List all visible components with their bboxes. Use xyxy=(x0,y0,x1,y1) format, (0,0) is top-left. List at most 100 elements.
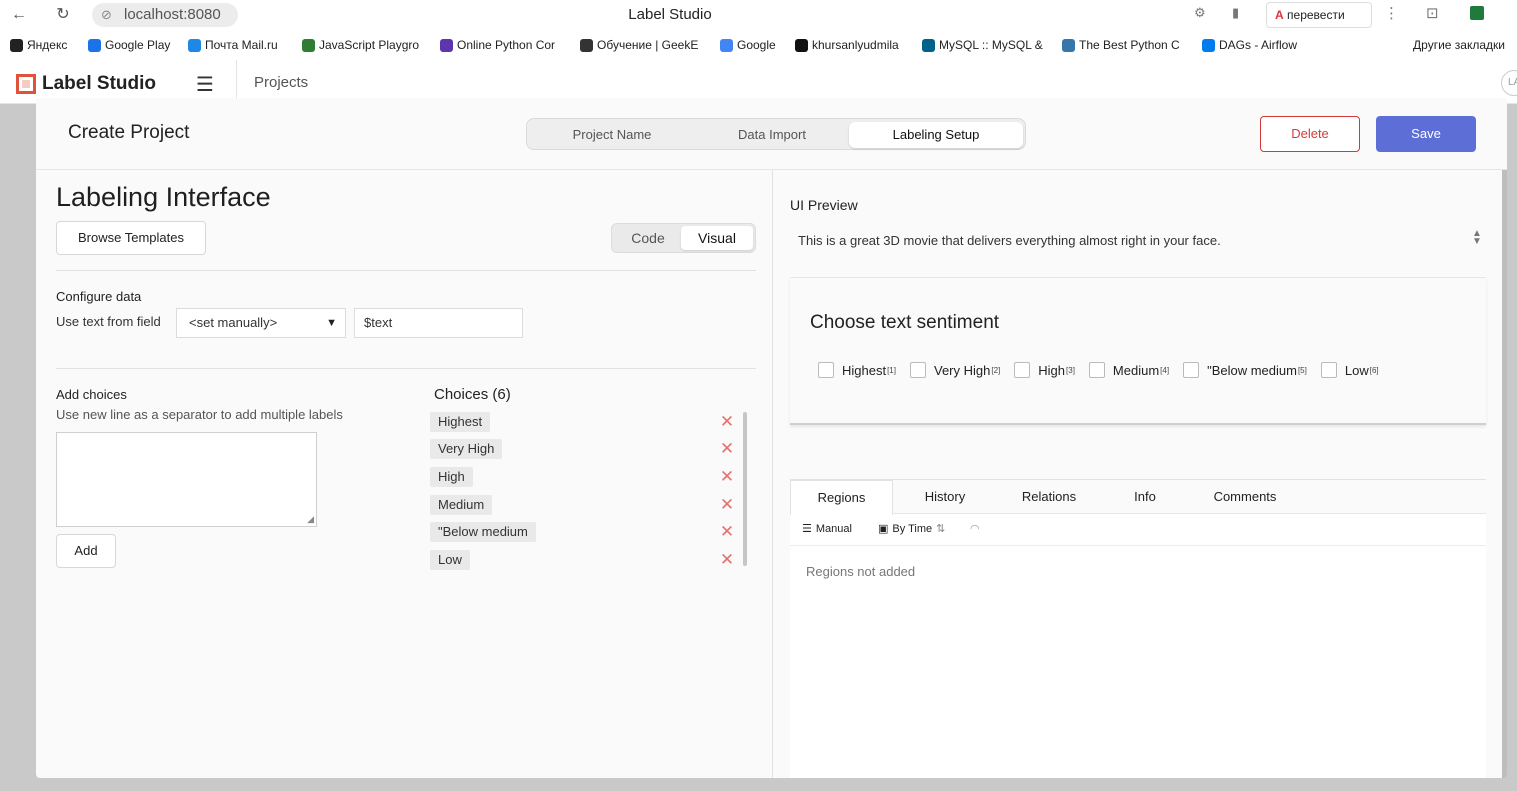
browse-templates-button[interactable]: Browse Templates xyxy=(56,221,206,255)
breadcrumb-projects[interactable]: Projects xyxy=(254,74,308,91)
bookmark-item[interactable]: DAGs - Airflow xyxy=(1202,38,1297,52)
bookmark-label: The Best Python C xyxy=(1079,38,1180,52)
bookmark-item[interactable]: khursanlyudmila xyxy=(795,38,899,52)
step-data-import[interactable]: Data Import xyxy=(693,122,851,148)
regions-toolbar: ☰ Manual ▣ By Time ⇅ ◠ xyxy=(790,514,1486,546)
sentiment-option[interactable]: Medium [4] xyxy=(1088,362,1169,378)
by-time-label: By Time xyxy=(892,522,933,535)
tab-relations[interactable]: Relations xyxy=(997,480,1101,514)
translate-button[interactable]: A перевести xyxy=(1266,2,1372,28)
labeling-config-panel: Labeling Interface Browse Templates Code… xyxy=(36,170,772,778)
delete-choice-icon[interactable]: ✕ xyxy=(718,439,736,459)
bookmark-label: Почта Mail.ru xyxy=(205,38,278,52)
choices-header: Choices (6) xyxy=(434,386,511,403)
label-studio-logo[interactable]: Label Studio xyxy=(16,73,156,95)
checkbox[interactable] xyxy=(1320,362,1337,378)
field-value-input[interactable]: $text xyxy=(354,308,523,338)
avatar[interactable]: LA xyxy=(1501,70,1517,96)
delete-choice-icon[interactable]: ✕ xyxy=(718,467,736,487)
bookmark-item[interactable]: Online Python Cor xyxy=(440,38,555,52)
modal-header: Create Project Project Name Data Import … xyxy=(36,98,1507,170)
label-studio-logo-icon xyxy=(16,74,36,94)
regions-empty-message: Regions not added xyxy=(806,564,916,579)
sentiment-option[interactable]: Very High [2] xyxy=(909,362,1000,378)
delete-choice-icon[interactable]: ✕ xyxy=(718,495,736,515)
ui-preview-panel: UI Preview This is a great 3D movie that… xyxy=(772,170,1507,778)
option-label: Low xyxy=(1344,362,1369,378)
sentiment-options: Highest [1] Very High [2] High [3] Medium [4] "B… xyxy=(818,360,1393,380)
sentiment-option[interactable]: Highest [1] xyxy=(818,362,896,378)
google-icon xyxy=(720,38,733,52)
by-time-button[interactable]: ▣ By Time ⇅ xyxy=(878,522,946,536)
divider xyxy=(56,270,756,271)
sentiment-option[interactable]: High [3] xyxy=(1014,362,1075,378)
resize-handle-icon[interactable]: ◢ xyxy=(307,514,314,525)
preview-scroll-thumb[interactable] xyxy=(1502,170,1507,778)
delete-button[interactable]: Delete xyxy=(1260,116,1360,152)
bookmark-label: Обучение | GeekE xyxy=(597,38,699,52)
delete-choice-icon[interactable]: ✕ xyxy=(718,550,736,570)
field-select[interactable]: <set manually> ▼ xyxy=(176,308,346,338)
bookmark-item[interactable]: Яндекс xyxy=(10,38,67,52)
preview-text: This is a great 3D movie that delivers e… xyxy=(798,233,1221,248)
extension-icon[interactable]: ⚙ xyxy=(1194,5,1206,21)
bookmark-item[interactable]: MySQL :: MySQL & xyxy=(922,38,1043,52)
visibility-icon[interactable]: ◠ xyxy=(970,522,980,535)
translate-label: перевести xyxy=(1287,8,1345,22)
bookmark-item[interactable]: The Best Python C xyxy=(1062,38,1180,52)
plus-circle-icon xyxy=(10,38,23,52)
bookmark-item[interactable]: Обучение | GeekE xyxy=(580,38,698,52)
browser-chrome: ← ↻ ⊘ localhost:8080 Label Studio ⚙ ▮ A … xyxy=(0,0,1517,60)
divider xyxy=(56,368,756,369)
manual-order-button[interactable]: ☰ Manual xyxy=(802,522,852,536)
card-title: Choose text sentiment xyxy=(810,312,1000,333)
delete-choice-icon[interactable]: ✕ xyxy=(718,412,736,432)
menu-dots-icon[interactable]: ⋮ xyxy=(1384,4,1399,22)
choice-item: Low xyxy=(430,550,470,570)
brand-name: Label Studio xyxy=(42,73,156,94)
bookmark-item[interactable]: JavaScript Playgro xyxy=(302,38,419,52)
step-project-name[interactable]: Project Name xyxy=(531,122,693,148)
excel-extension-icon[interactable] xyxy=(1470,6,1484,20)
panel-tabs: Regions History Relations Info Comments xyxy=(790,480,1486,515)
mysql-icon xyxy=(922,38,935,52)
add-choices-hint: Use new line as a separator to add multi… xyxy=(56,407,343,422)
tab-history[interactable]: History xyxy=(893,480,997,514)
add-choices-button[interactable]: Add xyxy=(56,534,116,568)
other-bookmarks[interactable]: Другие закладки xyxy=(1413,38,1505,52)
tab-regions[interactable]: Regions xyxy=(790,480,893,515)
save-button[interactable]: Save xyxy=(1376,116,1476,152)
sidebar-icon[interactable]: ⊡ xyxy=(1426,4,1439,22)
tab-comments[interactable]: Comments xyxy=(1189,480,1301,514)
checkbox[interactable] xyxy=(818,362,834,378)
delete-choice-icon[interactable]: ✕ xyxy=(718,522,736,542)
chevron-down-icon: ▼ xyxy=(326,317,337,329)
checkbox[interactable] xyxy=(1014,362,1031,378)
choice-item: High xyxy=(430,467,473,487)
regions-panel: Regions History Relations Info Comments … xyxy=(790,479,1486,778)
checkbox[interactable] xyxy=(909,362,926,378)
github-icon xyxy=(795,38,808,52)
bookmark-label: JavaScript Playgro xyxy=(319,38,420,52)
tab-info[interactable]: Info xyxy=(1101,480,1189,514)
sentiment-option[interactable]: Low [6] xyxy=(1320,362,1379,378)
sort-icon: ⇅ xyxy=(936,523,946,535)
sort-arrows-icon[interactable]: ▲ ▼ xyxy=(1472,229,1482,247)
choices-textarea[interactable]: ◢ xyxy=(56,432,317,527)
checkbox[interactable] xyxy=(1088,362,1105,378)
visual-tab[interactable]: Visual xyxy=(681,226,753,250)
step-labeling-setup[interactable]: Labeling Setup xyxy=(849,122,1023,148)
hamburger-menu-icon[interactable]: ☰ xyxy=(196,72,214,97)
bookmark-item[interactable]: Google xyxy=(720,38,776,52)
ui-preview-title: UI Preview xyxy=(790,197,858,213)
bookmark-item[interactable]: Почта Mail.ru xyxy=(188,38,278,52)
choices-scrollbar[interactable] xyxy=(743,412,747,566)
bookmark-icon[interactable]: ▮ xyxy=(1232,5,1239,21)
option-label: Very High xyxy=(933,362,991,378)
checkbox[interactable] xyxy=(1183,362,1200,378)
sentiment-option[interactable]: "Below medium [5] xyxy=(1183,362,1307,378)
bookmark-item[interactable]: Google Play xyxy=(88,38,170,52)
preview-scrollbar[interactable] xyxy=(1502,170,1507,778)
gear-icon xyxy=(580,38,593,52)
code-tab[interactable]: Code xyxy=(615,226,681,250)
